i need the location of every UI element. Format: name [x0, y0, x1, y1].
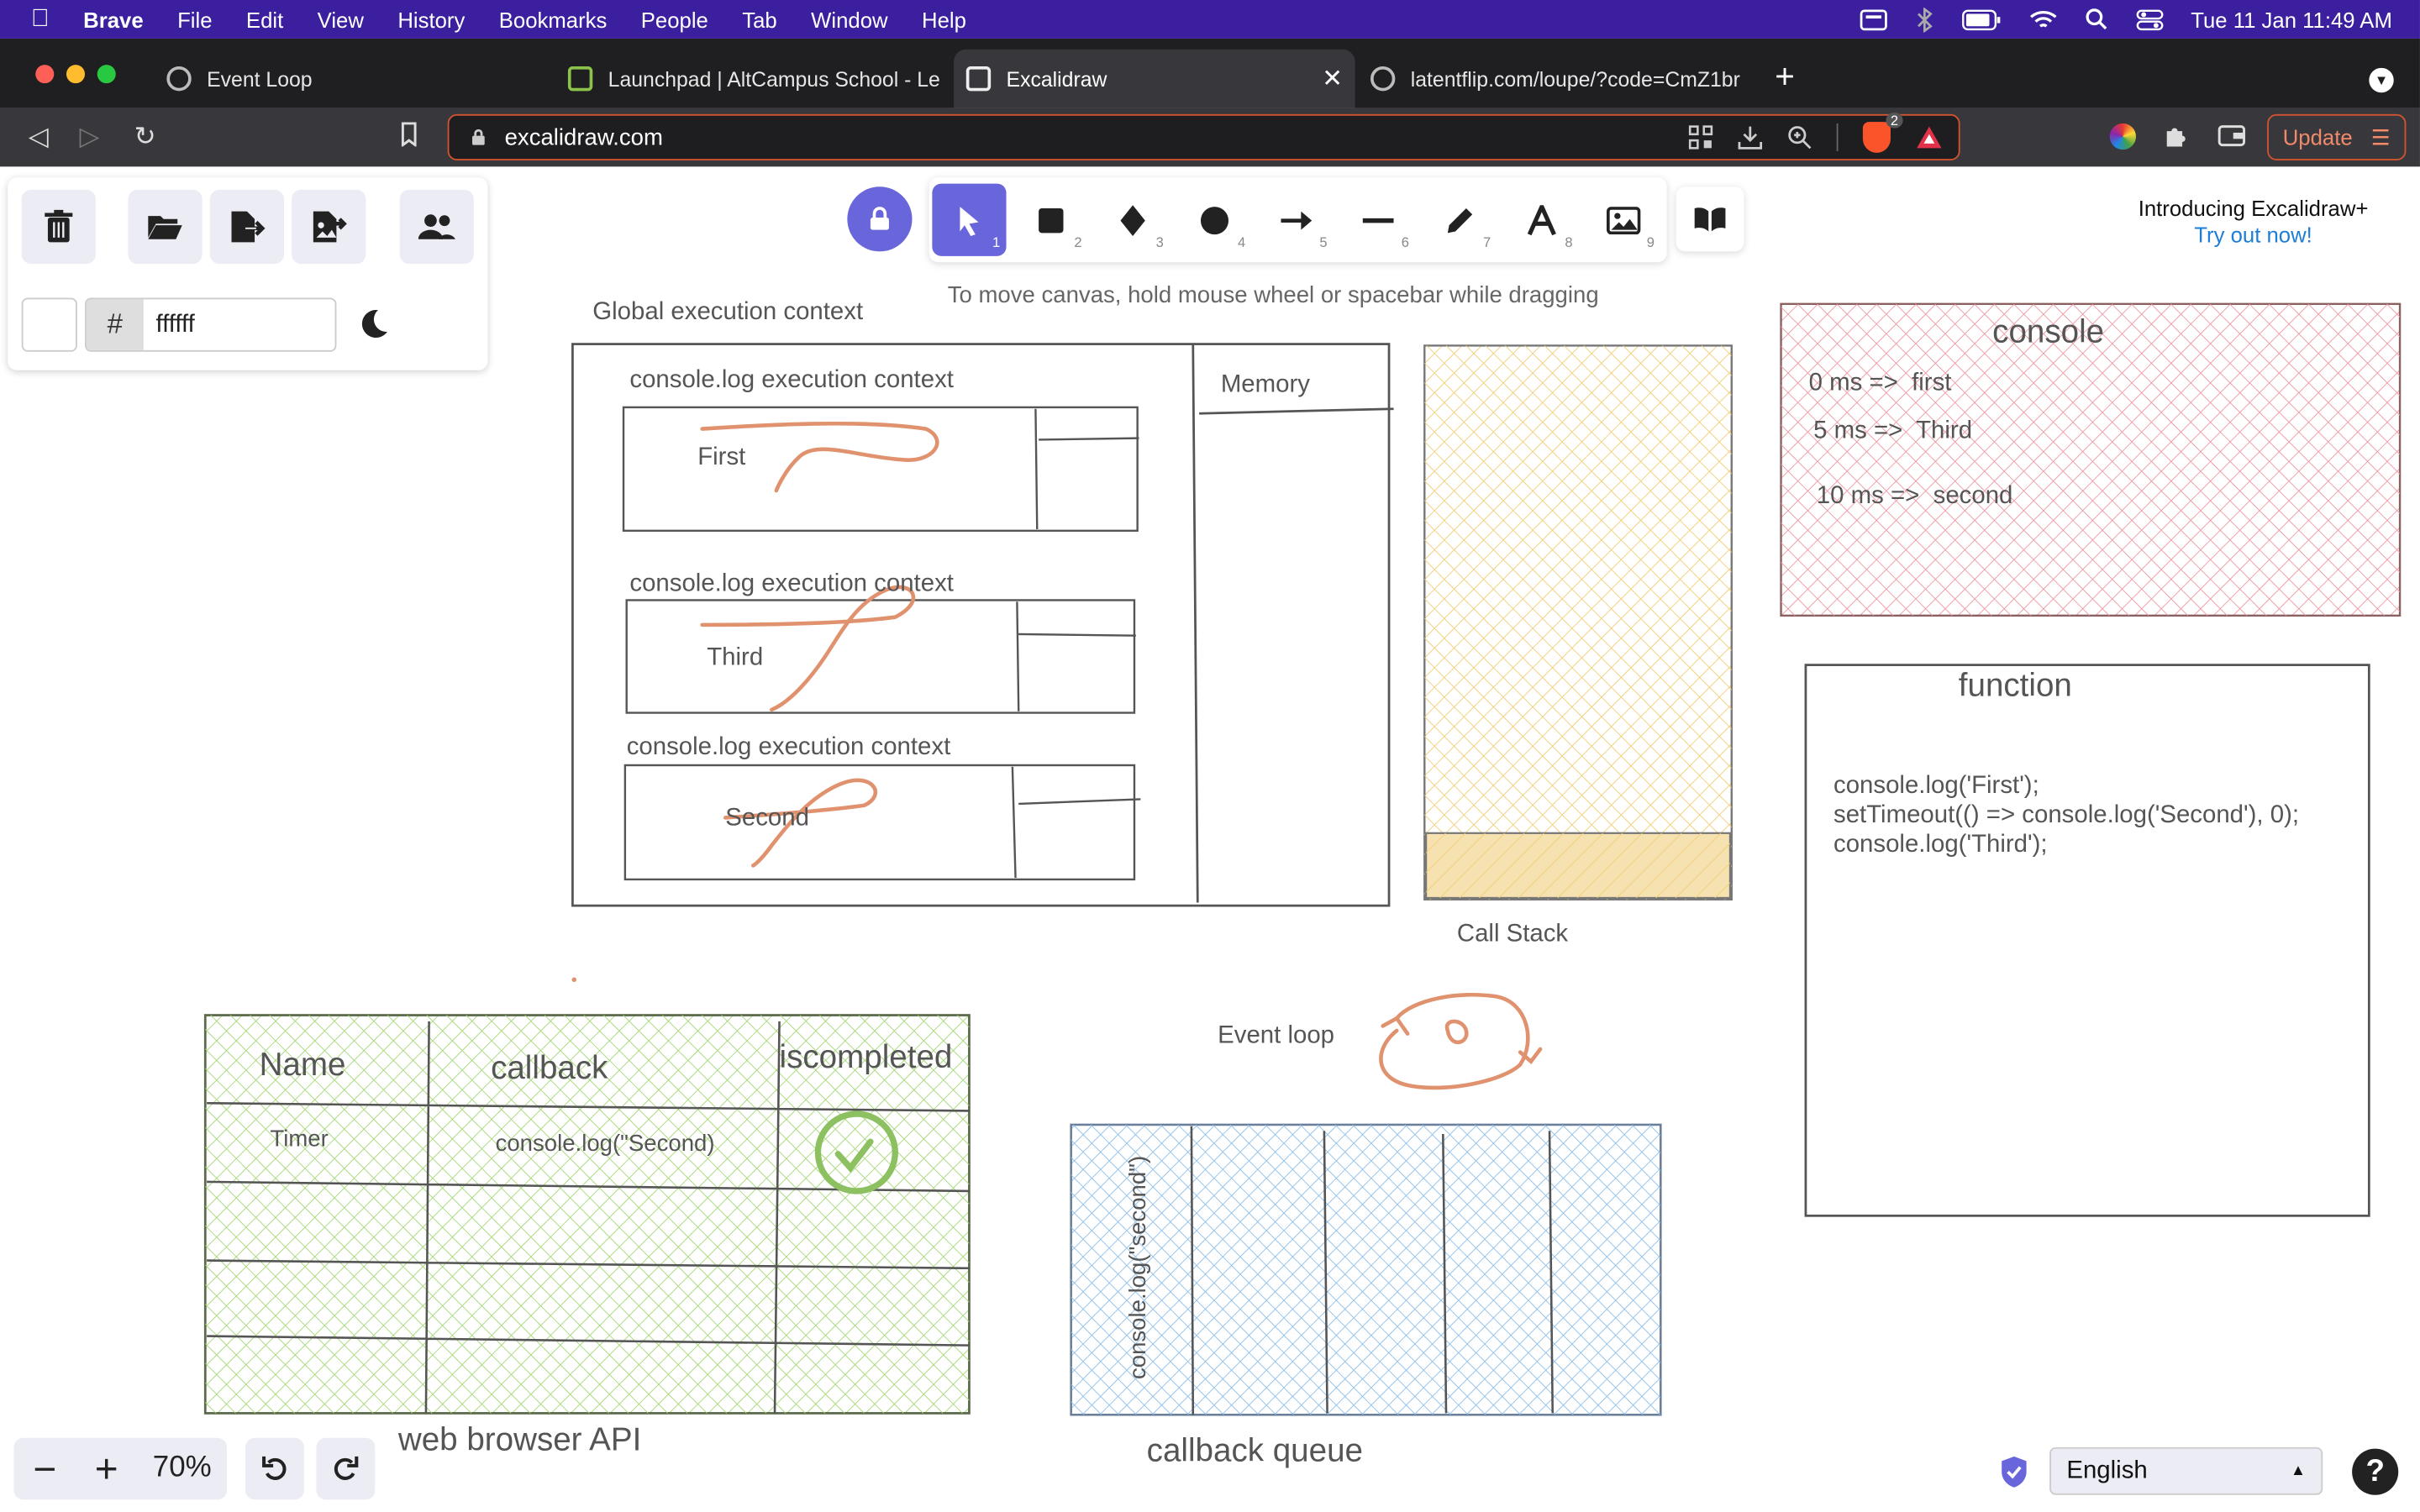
call-stack-box[interactable] — [1423, 344, 1733, 900]
language-value: English — [2066, 1457, 2148, 1483]
dropdown-arrow-icon: ▲ — [2290, 1462, 2307, 1480]
redo-button[interactable] — [316, 1437, 376, 1500]
call-stack-label[interactable]: Call Stack — [1457, 921, 1568, 949]
web-browser-api-caption[interactable]: web browser API — [398, 1422, 641, 1459]
api-header-iscompleted[interactable]: iscompleted — [780, 1040, 953, 1077]
callback-queue-box[interactable] — [1070, 1123, 1662, 1416]
function-title[interactable]: function — [1959, 668, 2072, 705]
api-header-callback[interactable]: callback — [491, 1051, 608, 1088]
redo-icon — [334, 1456, 359, 1480]
function-code-line-3[interactable]: console.log('Third'); — [1833, 832, 2048, 859]
drawing-canvas[interactable] — [0, 0, 2420, 1512]
global-execution-context-frame[interactable] — [571, 343, 1394, 907]
zoom-out-button[interactable]: − — [14, 1445, 76, 1493]
console-line-2[interactable]: 5 ms => Third — [1813, 418, 1972, 446]
memory-label[interactable]: Memory — [1221, 372, 1310, 400]
console-line-1[interactable]: 0 ms => first — [1809, 370, 1952, 398]
function-box[interactable] — [1804, 664, 2370, 1217]
undo-button[interactable] — [245, 1437, 304, 1500]
encryption-shield-icon[interactable] — [1999, 1455, 2030, 1488]
ctx-label-1[interactable]: console.log execution context — [629, 367, 954, 395]
zoom-in-button[interactable]: + — [76, 1445, 137, 1493]
zoom-controls: − + 70% — [13, 1437, 227, 1500]
console-title[interactable]: console — [1992, 315, 2104, 352]
ctx-value-second[interactable]: Second — [725, 806, 809, 833]
global-execution-context-label[interactable]: Global execution context — [592, 299, 863, 327]
ctx-value-first[interactable]: First — [697, 444, 745, 472]
language-select[interactable]: English ▲ — [2049, 1446, 2323, 1495]
context-box-third[interactable] — [625, 585, 1136, 714]
zoom-level[interactable]: 70% — [137, 1452, 227, 1485]
ctx-value-third[interactable]: Third — [707, 645, 763, 673]
console-line-3[interactable]: 10 ms => second — [1817, 483, 2013, 511]
api-header-name[interactable]: Name — [260, 1047, 346, 1084]
function-code-line-1[interactable]: console.log('First'); — [1833, 773, 2039, 801]
event-loop-scribble[interactable] — [1379, 993, 1543, 1090]
help-button[interactable]: ? — [2352, 1448, 2399, 1495]
help-label: ? — [2365, 1455, 2385, 1489]
ctx-label-3[interactable]: console.log execution context — [627, 734, 951, 762]
function-code-line-2[interactable]: setTimeout(() => console.log('Second'), … — [1833, 802, 2299, 830]
api-cell-callback[interactable]: console.log("Second) — [496, 1131, 715, 1157]
queue-item-label[interactable]: console.log("second") — [1125, 1156, 1151, 1379]
callback-queue-caption[interactable]: callback queue — [1147, 1433, 1363, 1470]
undo-icon — [262, 1456, 287, 1480]
api-cell-timer[interactable]: Timer — [270, 1126, 328, 1152]
context-box-second[interactable] — [623, 764, 1141, 881]
ctx-label-2[interactable]: console.log execution context — [629, 571, 954, 599]
event-loop-label[interactable]: Event loop — [1218, 1023, 1334, 1051]
stray-dot — [571, 977, 577, 983]
